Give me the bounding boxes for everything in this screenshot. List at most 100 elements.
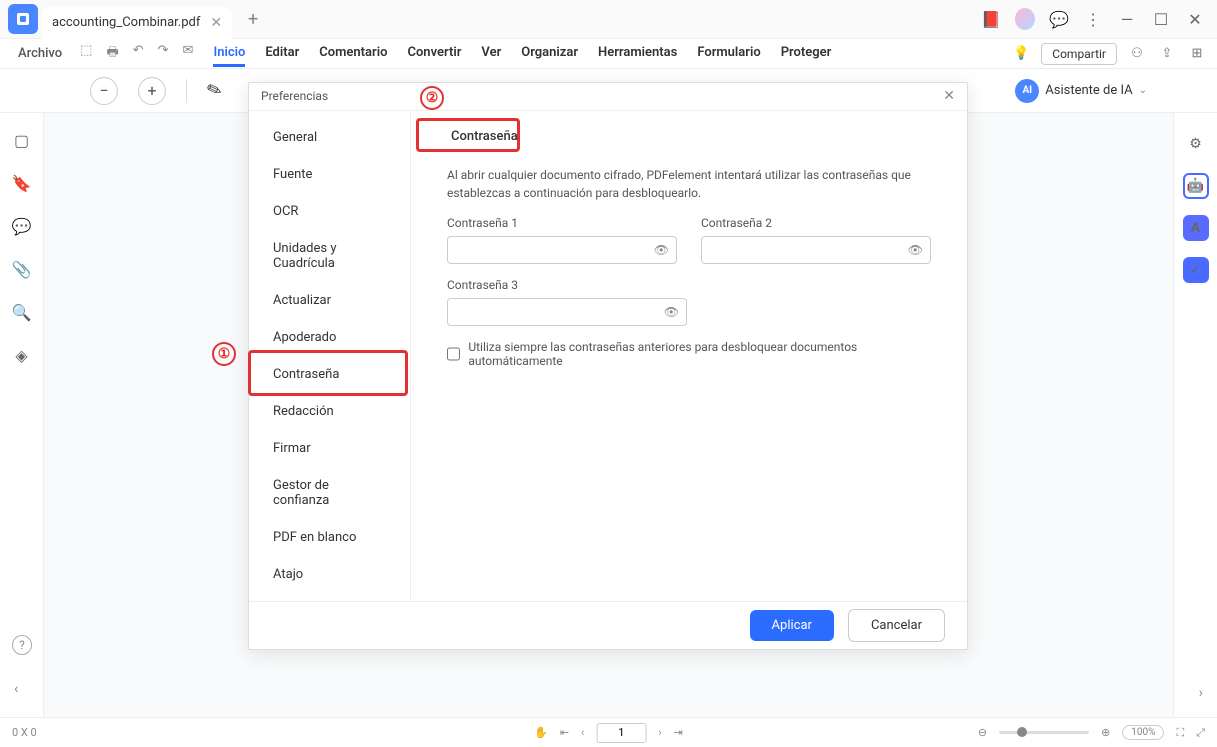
undo-icon[interactable]: ↶: [133, 43, 144, 65]
zoom-in-status-icon[interactable]: ⊕: [1101, 726, 1110, 739]
zoom-in-button[interactable]: +: [138, 77, 166, 105]
eye-icon[interactable]: 👁: [654, 243, 669, 257]
statusbar: 0 X 0 ✋ ⇤ ‹ › ⇥ ⊖ ⊕ 100% ⛶ ⤢: [0, 717, 1217, 747]
section-description: Al abrir cualquier documento cifrado, PD…: [447, 166, 931, 202]
zoom-out-status-icon[interactable]: ⊖: [978, 726, 987, 739]
eye-icon[interactable]: 👁: [908, 243, 923, 257]
cloud-upload-icon[interactable]: ⇪: [1157, 44, 1177, 64]
document-tab[interactable]: accounting_Combinar.pdf ✕: [42, 7, 232, 39]
password-2-input[interactable]: [701, 236, 931, 264]
fit-width-icon[interactable]: ⛶: [1176, 726, 1184, 740]
pref-redaccion[interactable]: Redacción: [249, 393, 410, 430]
tab-inicio[interactable]: Inicio: [213, 41, 245, 67]
minimize-icon[interactable]: —: [1117, 9, 1137, 29]
titlebar: accounting_Combinar.pdf ✕ + 📕 💬 ⋮ — ☐ ✕: [0, 0, 1217, 39]
grid-icon[interactable]: ⊞: [1187, 44, 1207, 64]
zoom-controls: ⊖ ⊕ 100% ⛶ ⤢: [978, 725, 1205, 740]
password-3-input[interactable]: [447, 298, 687, 326]
help-button[interactable]: ?: [12, 635, 32, 655]
password-3-label: Contraseña 3: [447, 278, 687, 292]
tab-formulario[interactable]: Formulario: [697, 41, 760, 67]
pref-firmar[interactable]: Firmar: [249, 430, 410, 467]
pref-ocr[interactable]: OCR: [249, 193, 410, 230]
ai-panel-icon[interactable]: A: [1183, 215, 1209, 241]
nav-left-chevron[interactable]: ‹: [14, 681, 18, 697]
mail-icon[interactable]: ✉: [183, 43, 194, 65]
search-icon[interactable]: 🔍: [12, 303, 32, 322]
pref-contrasena[interactable]: Contraseña: [249, 356, 410, 393]
divider: [186, 79, 187, 103]
share-button[interactable]: Compartir: [1041, 43, 1117, 65]
tab-convertir[interactable]: Convertir: [407, 41, 461, 67]
page-icon[interactable]: ▢: [14, 131, 29, 150]
zoom-out-button[interactable]: −: [90, 77, 118, 105]
chat-icon[interactable]: 💬: [1049, 9, 1069, 29]
maximize-icon[interactable]: ☐: [1151, 9, 1171, 29]
pref-general[interactable]: General: [249, 119, 410, 156]
menubar: Archivo ⬚ 🖶 ↶ ↷ ✉ Inicio Editar Comentar…: [0, 39, 1217, 69]
new-tab-button[interactable]: +: [238, 4, 268, 34]
fullscreen-icon[interactable]: ⤢: [1196, 726, 1205, 740]
page-nav: ✋ ⇤ ‹ › ⇥: [534, 723, 683, 743]
comment-panel-icon[interactable]: 💬: [12, 217, 32, 236]
eye-icon[interactable]: 👁: [664, 305, 679, 319]
zoom-percent-label[interactable]: 100%: [1122, 725, 1164, 740]
password-1-field: Contraseña 1 👁: [447, 216, 677, 264]
pref-atajo[interactable]: Atajo: [249, 556, 410, 593]
zoom-slider[interactable]: [999, 731, 1089, 734]
nav-right-chevron[interactable]: ›: [1199, 685, 1203, 701]
attachment-icon[interactable]: 📎: [12, 260, 32, 279]
close-window-icon[interactable]: ✕: [1185, 9, 1205, 29]
menu-archivo[interactable]: Archivo: [10, 42, 70, 65]
ai-assistant-button[interactable]: AI Asistente de IA ⌄: [1015, 79, 1147, 103]
redo-icon[interactable]: ↷: [158, 43, 169, 65]
pref-pdf-blanco[interactable]: PDF en blanco: [249, 519, 410, 556]
password-2-field: Contraseña 2 👁: [701, 216, 931, 264]
dialog-close-icon[interactable]: ✕: [943, 88, 955, 104]
password-1-label: Contraseña 1: [447, 216, 677, 230]
page-number-input[interactable]: [596, 723, 646, 743]
layers-icon[interactable]: ◈: [15, 346, 27, 365]
pref-actualizar[interactable]: Actualizar: [249, 282, 410, 319]
highlighter-icon[interactable]: ✎: [204, 78, 225, 103]
auto-unlock-checkbox[interactable]: [447, 347, 460, 361]
avatar-icon[interactable]: [1015, 9, 1035, 29]
tab-herramientas[interactable]: Herramientas: [598, 41, 677, 67]
hand-tool-icon[interactable]: ✋: [534, 726, 548, 739]
robot-face-icon[interactable]: 🤖: [1183, 173, 1209, 199]
prev-page-icon[interactable]: ‹: [581, 726, 584, 739]
book-icon[interactable]: 📕: [981, 9, 1001, 29]
print-icon[interactable]: 🖶: [106, 43, 118, 65]
pref-unidades[interactable]: Unidades y Cuadrícula: [249, 230, 410, 282]
tab-editar[interactable]: Editar: [265, 41, 299, 67]
dialog-sidebar: General Fuente OCR Unidades y Cuadrícula…: [249, 111, 411, 601]
password-1-input[interactable]: [447, 236, 677, 264]
password-3-field: Contraseña 3 👁: [447, 278, 687, 326]
connect-icon[interactable]: ⚇: [1127, 44, 1147, 64]
dialog-header: Preferencias ✕: [249, 83, 967, 111]
open-icon[interactable]: ⬚: [80, 43, 92, 65]
apply-button[interactable]: Aplicar: [750, 610, 834, 641]
tab-proteger[interactable]: Proteger: [781, 41, 832, 67]
tab-organizar[interactable]: Organizar: [521, 41, 578, 67]
close-tab-icon[interactable]: ✕: [210, 15, 222, 31]
sidebar-right: ⚙ 🤖 A ✓: [1173, 113, 1217, 717]
bookmark-icon[interactable]: 🔖: [12, 174, 32, 193]
more-icon[interactable]: ⋮: [1083, 9, 1103, 29]
tab-ver[interactable]: Ver: [481, 41, 501, 67]
dialog-footer: Aplicar Cancelar: [249, 601, 967, 649]
lightbulb-icon[interactable]: 💡: [1011, 44, 1031, 64]
check-icon[interactable]: ✓: [1183, 257, 1209, 283]
last-page-icon[interactable]: ⇥: [674, 726, 683, 739]
next-page-icon[interactable]: ›: [658, 726, 661, 739]
section-title: Contraseña: [447, 127, 931, 146]
first-page-icon[interactable]: ⇤: [560, 726, 569, 739]
pref-fuente[interactable]: Fuente: [249, 156, 410, 193]
quick-toolbar: ⬚ 🖶 ↶ ↷ ✉: [80, 43, 193, 65]
auto-unlock-checkbox-row: Utiliza siempre las contraseñas anterior…: [447, 340, 931, 368]
sliders-icon[interactable]: ⚙: [1183, 131, 1209, 157]
pref-gestor[interactable]: Gestor de confianza: [249, 467, 410, 519]
pref-apoderado[interactable]: Apoderado: [249, 319, 410, 356]
tab-comentario[interactable]: Comentario: [319, 41, 387, 67]
cancel-button[interactable]: Cancelar: [848, 609, 945, 642]
